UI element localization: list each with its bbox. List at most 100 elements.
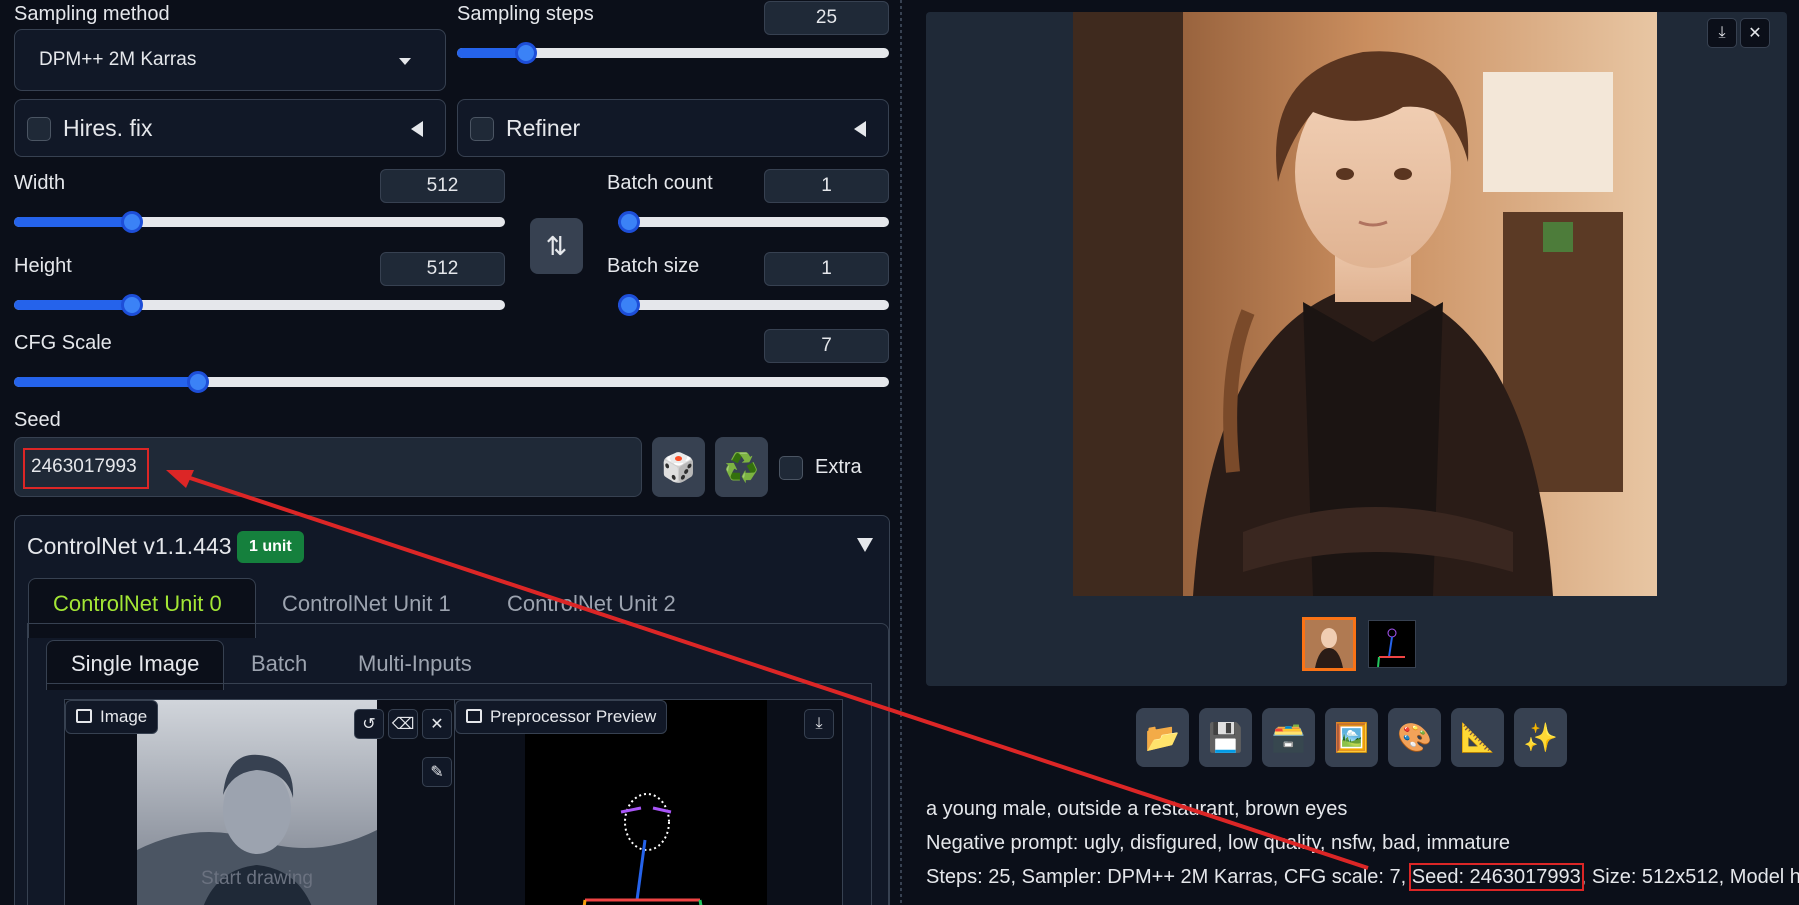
collapse-arrow-icon[interactable] (411, 121, 423, 137)
tab-label-unit-2[interactable]: ControlNet Unit 2 (507, 591, 676, 617)
download-icon: ⤓ (815, 715, 823, 732)
extra-checkbox[interactable] (779, 456, 803, 480)
open-folder-button[interactable]: 📂 (1136, 708, 1189, 767)
random-seed-button[interactable]: 🎲 (652, 437, 705, 497)
palette-icon: 🎨 (1397, 722, 1432, 753)
close-icon: ✕ (430, 716, 444, 733)
refiner-checkbox[interactable] (470, 117, 494, 141)
send-to-img2img-button[interactable]: 🖼️ (1325, 708, 1378, 767)
height-label: Height (14, 255, 72, 277)
slider-thumb[interactable] (186, 371, 209, 393)
width-input[interactable]: 512 (380, 169, 505, 203)
close-image-button[interactable]: ✕ (1740, 18, 1770, 48)
swap-dimensions-button[interactable]: ⇅ (530, 218, 583, 274)
dice-icon: 🎲 (661, 451, 696, 483)
download-image-button[interactable]: ⤓ (1707, 18, 1737, 48)
slider-thumb[interactable] (120, 294, 143, 316)
brush-button[interactable]: ✎ (422, 757, 452, 787)
batch-count-input[interactable]: 1 (764, 169, 889, 203)
controlnet-panel: ControlNet v1.1.443 1 unit ControlNet Un… (14, 515, 890, 905)
image-label-pill: Image (65, 700, 159, 734)
tab-label-single-image[interactable]: Single Image (71, 651, 199, 677)
undo-icon: ↺ (362, 716, 376, 733)
hires-fix-accordion[interactable]: Hires. fix (14, 99, 446, 157)
save-button[interactable]: 💾 (1199, 708, 1252, 767)
download-preview-button[interactable]: ⤓ (804, 709, 834, 739)
parameters-seed-highlight: Seed: 2463017993 (1408, 863, 1584, 891)
thumbnail-pose (1377, 628, 1405, 668)
output-gallery (926, 12, 1787, 686)
panel-divider (900, 0, 902, 905)
swap-arrows-icon: ⇅ (545, 230, 568, 261)
send-to-extras-button[interactable]: 📐 (1451, 708, 1504, 767)
hires-fix-checkbox[interactable] (27, 117, 51, 141)
tab-label-batch[interactable]: Batch (251, 651, 307, 677)
width-label: Width (14, 172, 66, 194)
slider-thumb[interactable] (515, 42, 538, 64)
slider-fill (14, 300, 132, 310)
slider-thumb[interactable] (120, 211, 143, 233)
refiner-accordion[interactable]: Refiner (457, 99, 889, 157)
clear-button[interactable]: ✕ (422, 709, 452, 739)
gallery-thumbnail-2[interactable] (1368, 620, 1416, 668)
preview-label: Preprocessor Preview (490, 707, 657, 726)
brush-icon: ✎ (430, 764, 444, 781)
slider-thumb[interactable] (618, 211, 640, 233)
sampling-steps-input[interactable]: 25 (764, 1, 889, 35)
collapse-arrow-icon[interactable] (854, 121, 866, 137)
eraser-button[interactable]: ⌫ (388, 709, 418, 739)
chevron-down-icon (399, 58, 411, 65)
gallery-thumbnail-1[interactable] (1302, 617, 1356, 671)
image-icon (466, 709, 482, 723)
seed-highlight-box (23, 448, 149, 489)
output-panel: ⤓ ✕ 📂 💾 🗃️ 🖼️ 🎨 📐 ✨ a young male, outsid… (914, 0, 1799, 905)
preprocessor-preview-area: Preprocessor Preview ⤓ (455, 699, 843, 905)
sparkles-icon: ✨ (1523, 722, 1558, 753)
upscale-button[interactable]: ✨ (1514, 708, 1567, 767)
batch-count-label: Batch count (607, 172, 713, 194)
cfg-scale-slider[interactable] (14, 371, 889, 393)
recycle-icon: ♻️ (724, 451, 759, 483)
sampling-method-dropdown[interactable]: DPM++ 2M Karras (14, 29, 446, 91)
width-slider[interactable] (14, 211, 505, 233)
batch-size-slider[interactable] (618, 294, 889, 316)
generated-portrait (1073, 12, 1657, 596)
input-image-area[interactable]: Image ↺ ⌫ ✕ ✎ Start drawing (64, 699, 455, 905)
tab-label-unit-1[interactable]: ControlNet Unit 1 (282, 591, 451, 617)
slider-thumb[interactable] (618, 294, 640, 316)
thumbnail-portrait (1305, 620, 1353, 668)
unit-count-badge: 1 unit (237, 531, 304, 563)
generation-parameters: Steps: 25, Sampler: DPM++ 2M Karras, CFG… (926, 863, 1799, 891)
sampling-steps-slider[interactable] (457, 42, 889, 64)
sampling-method-value: DPM++ 2M Karras (39, 49, 197, 70)
generated-image[interactable] (1073, 12, 1657, 596)
reuse-seed-button[interactable]: ♻️ (715, 437, 768, 497)
parameters-suffix: , Size: 512x512, Model hash: (1580, 866, 1799, 888)
generation-prompt: a young male, outside a restaurant, brow… (926, 798, 1348, 820)
height-input[interactable]: 512 (380, 252, 505, 286)
cfg-scale-label: CFG Scale (14, 332, 112, 354)
tab-label-unit-0[interactable]: ControlNet Unit 0 (53, 591, 222, 617)
triangle-ruler-icon: 📐 (1460, 722, 1495, 753)
send-to-inpaint-button[interactable]: 🎨 (1388, 708, 1441, 767)
settings-panel: Sampling method DPM++ 2M Karras Sampling… (0, 0, 900, 905)
sampling-steps-label: Sampling steps (457, 3, 594, 25)
batch-count-slider[interactable] (618, 211, 889, 233)
undo-button[interactable]: ↺ (354, 709, 384, 739)
generation-negative-prompt: Negative prompt: ugly, disfigured, low q… (926, 832, 1510, 854)
seed-label: Seed (14, 409, 61, 431)
hires-fix-label: Hires. fix (63, 115, 153, 141)
cfg-scale-input[interactable]: 7 (764, 329, 889, 363)
tab-label-multi-inputs[interactable]: Multi-Inputs (358, 651, 472, 677)
picture-icon: 🖼️ (1334, 722, 1369, 753)
start-drawing-hint: Start drawing (201, 868, 313, 889)
card-box-icon: 🗃️ (1271, 722, 1306, 753)
sampling-method-label: Sampling method (14, 3, 170, 25)
folder-icon: 📂 (1145, 722, 1180, 753)
extra-label: Extra (815, 456, 862, 478)
height-slider[interactable] (14, 294, 505, 316)
batch-size-input[interactable]: 1 (764, 252, 889, 286)
zip-button[interactable]: 🗃️ (1262, 708, 1315, 767)
batch-size-label: Batch size (607, 255, 700, 277)
collapse-triangle-icon[interactable] (857, 538, 873, 552)
